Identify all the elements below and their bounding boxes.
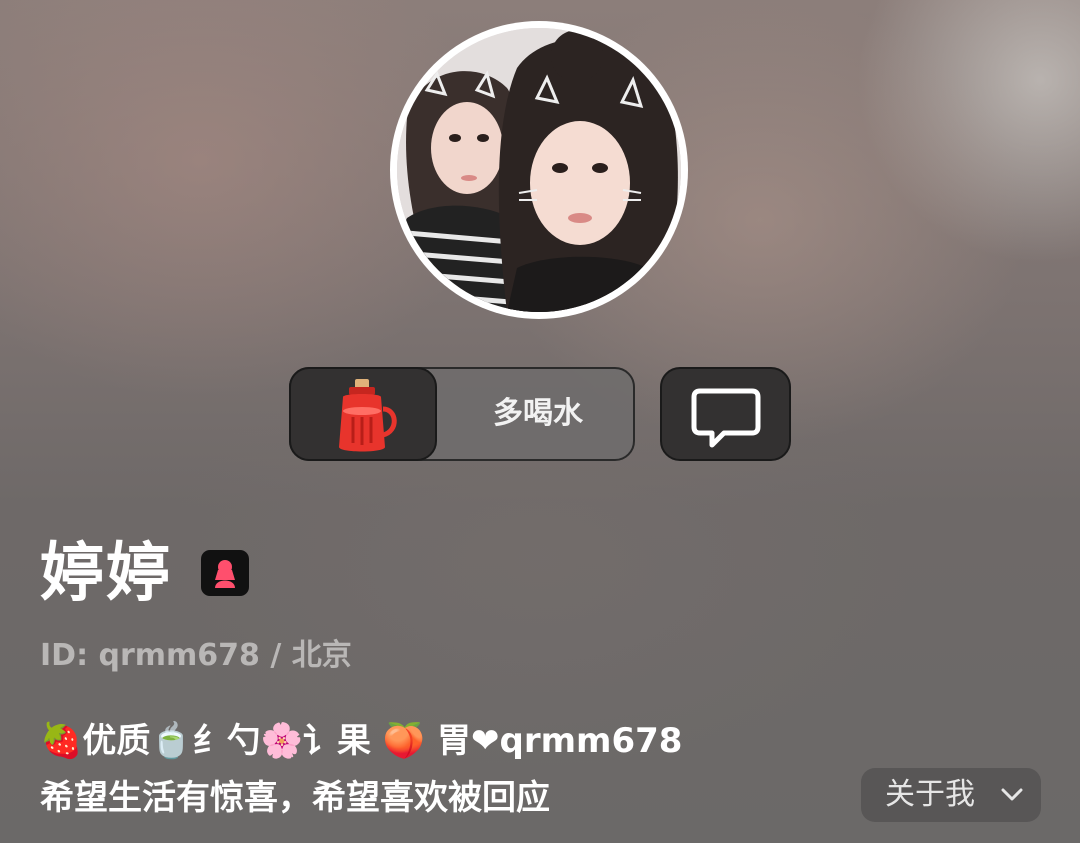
profile-name: 婷婷 [40,537,172,611]
profile-bio-line: 希望生活有惊喜，希望喜欢被回应 [40,778,550,818]
thermos-bottle-icon [339,379,397,452]
chevron-down-icon [1001,788,1023,801]
about-me-button[interactable]: 关于我 [861,768,1041,822]
avatar-photo [397,28,681,312]
gift-label: 多喝水 [493,396,583,431]
send-gift-button[interactable]: 多喝水 [289,367,635,461]
profile-id-location: ID: qrmm678 / 北京 [40,638,352,673]
profile-bio-line: 🍓优质🍵纟勺🌸讠果 🍑 胃❤qrmm678 [40,721,683,761]
about-me-label: 关于我 [885,777,975,812]
message-button[interactable] [660,367,791,461]
profile-header: 多喝水 婷婷 ID: qrmm678 / 北京 🍓优质🍵纟勺🌸讠果 🍑 胃❤qr… [0,0,1080,843]
female-user-icon [201,550,249,596]
gift-icon-box [289,367,437,461]
speech-bubble-icon [691,388,761,448]
profile-avatar[interactable] [390,21,688,319]
